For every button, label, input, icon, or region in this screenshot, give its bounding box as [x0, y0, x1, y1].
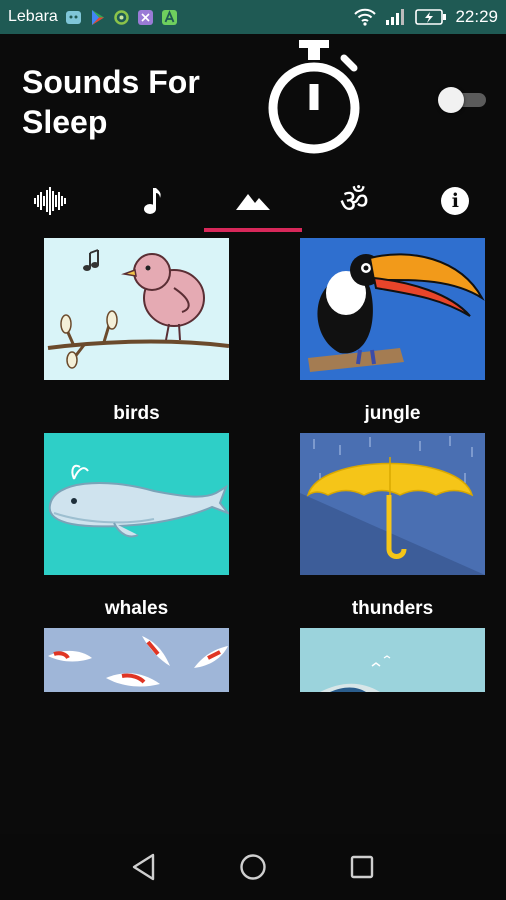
sound-card-jungle[interactable]: jungle	[300, 238, 485, 425]
om-icon: ॐ	[339, 182, 369, 220]
koi-fish-image	[44, 628, 229, 692]
sound-label: whales	[104, 598, 169, 619]
sound-card-seascape[interactable]	[300, 628, 485, 694]
carrier-label: Lebara	[8, 8, 58, 25]
app-icon	[137, 9, 153, 25]
battery-charging-icon	[415, 9, 447, 25]
status-left: Lebara	[8, 8, 178, 26]
sound-card-birds[interactable]: birds	[44, 238, 230, 425]
tab-waveform[interactable]	[0, 170, 101, 232]
tab-meditation[interactable]: ॐ	[304, 170, 405, 232]
timer-toggle-switch[interactable]	[438, 86, 486, 113]
category-tabs: ॐ i	[0, 170, 506, 232]
status-clock: 22:29	[455, 7, 498, 26]
recents-square-icon	[350, 855, 373, 879]
back-button[interactable]	[124, 847, 164, 887]
whale-image	[44, 433, 232, 575]
mountains-icon	[235, 194, 270, 210]
toggle-knob	[438, 87, 464, 113]
info-icon: i	[441, 187, 470, 215]
home-circle-icon	[240, 854, 266, 880]
sound-card-thunders[interactable]: thunders	[300, 433, 485, 620]
notification-icon	[65, 10, 81, 24]
sound-label: thunders	[351, 598, 434, 619]
home-button[interactable]	[233, 847, 273, 887]
stopwatch-icon[interactable]	[262, 40, 366, 158]
waveform-icon	[33, 187, 66, 215]
app-screen: Lebara 22:29 Sounds For Sleep ॐ i birds …	[0, 0, 506, 900]
recycle-icon	[114, 9, 129, 25]
sounds-grid: birds jungle whales thunders	[0, 236, 506, 694]
info-icon-glyph: i	[451, 190, 459, 212]
seascape-image	[300, 628, 485, 692]
system-nav-bar	[0, 834, 506, 900]
app-title: Sounds For Sleep	[22, 64, 200, 140]
signal-icon	[386, 9, 405, 25]
back-triangle-icon	[133, 853, 155, 881]
tab-music[interactable]	[101, 170, 202, 232]
status-right: 22:29	[353, 7, 498, 27]
umbrella-image	[300, 433, 485, 575]
sound-card-koi[interactable]	[44, 628, 229, 694]
tab-info[interactable]: i	[405, 170, 506, 232]
bird-image	[44, 238, 230, 380]
play-store-icon	[91, 9, 104, 25]
tab-nature[interactable]	[202, 170, 303, 232]
sound-card-whales[interactable]: whales	[44, 433, 232, 620]
sound-label: birds	[113, 403, 160, 424]
sound-label: jungle	[364, 403, 421, 424]
status-bar: Lebara 22:29	[0, 0, 506, 34]
toucan-image	[300, 238, 485, 380]
wifi-icon	[354, 8, 377, 26]
recents-button[interactable]	[342, 847, 382, 887]
music-note-icon	[143, 188, 161, 214]
android-icon	[161, 9, 177, 25]
